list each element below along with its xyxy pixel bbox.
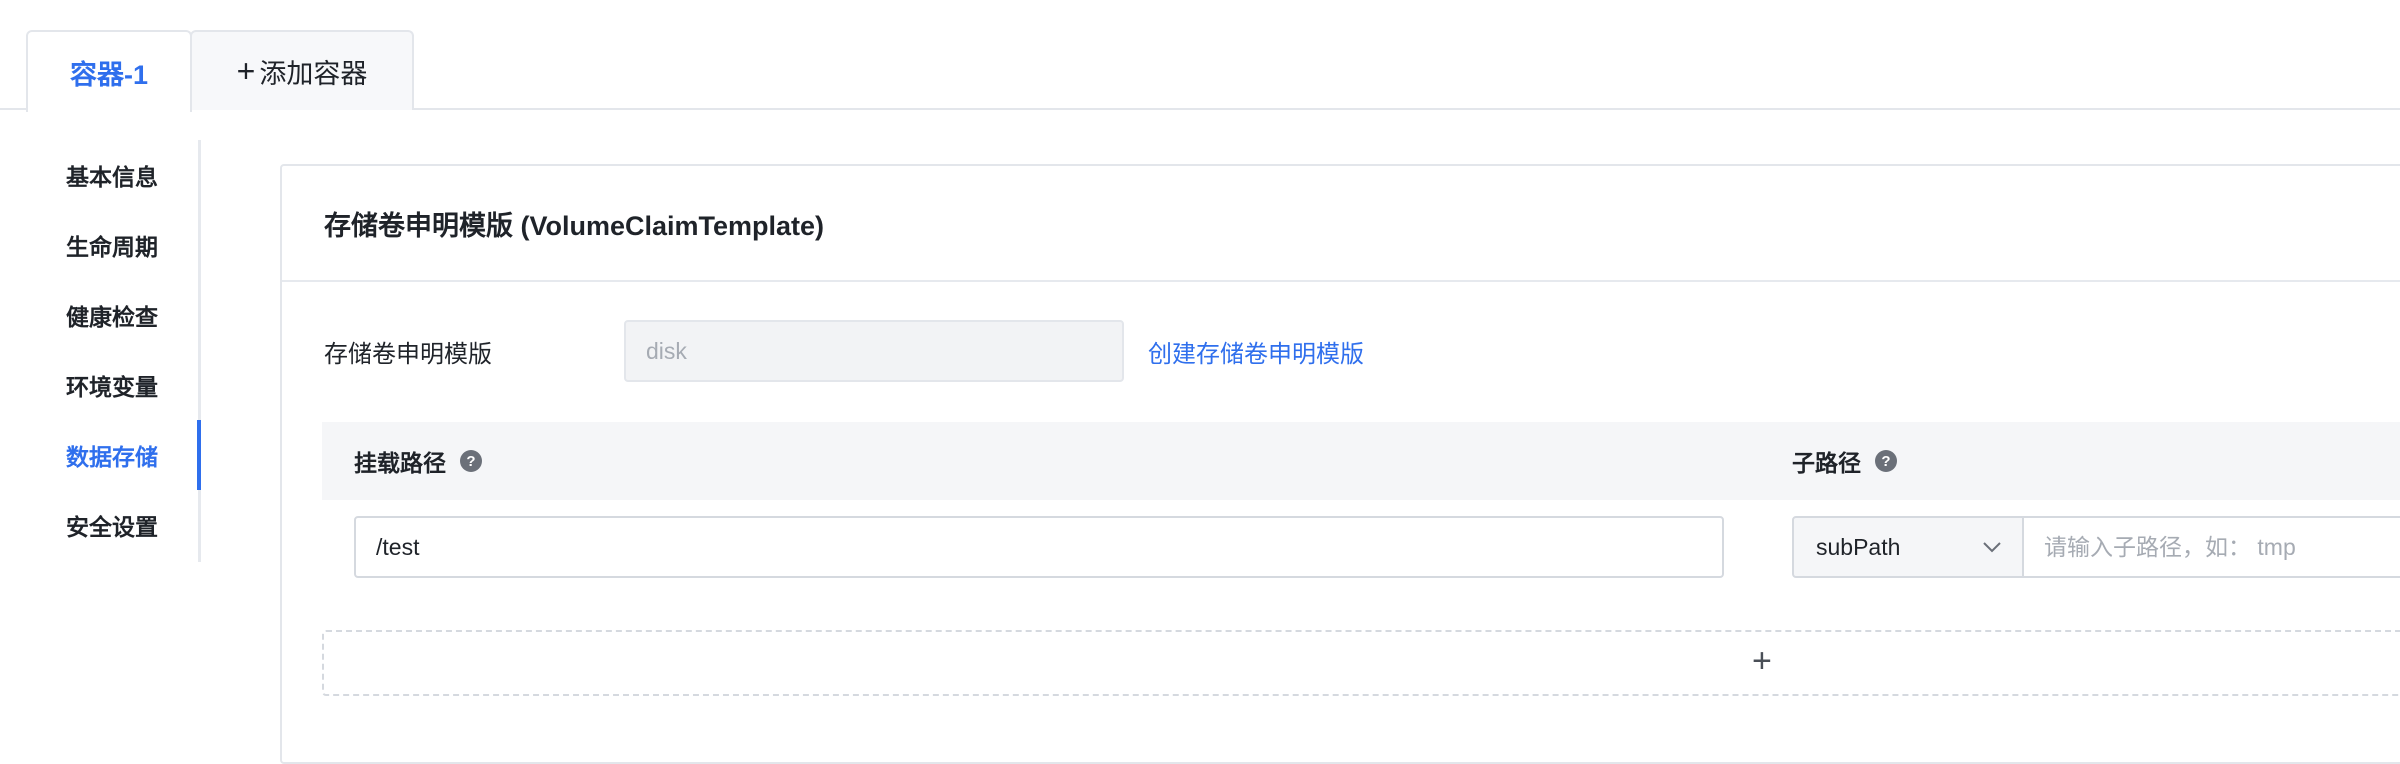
column-sub-path: 子路径 ? [1792,422,1897,500]
template-value: disk [646,337,687,364]
mount-path-input[interactable] [354,516,1724,578]
container-tabs: 容器-1 + 添加容器 [0,0,2400,112]
template-select-disabled: disk [624,320,1124,382]
tab-container-1-label: 容器-1 [69,59,148,90]
column-sub-path-label: 子路径 [1792,450,1861,476]
sidebar-item-label: 环境变量 [66,374,158,400]
sidebar-item-label: 生命周期 [66,234,158,260]
help-icon[interactable]: ? [460,450,482,472]
template-field-label: 存储卷申明模版 [324,341,492,368]
sub-path-input[interactable] [2024,516,2400,578]
sidebar-item-data-storage[interactable]: 数据存储 [66,420,202,490]
active-item-indicator [197,420,201,490]
sidebar-item-security[interactable]: 安全设置 [66,490,202,560]
add-mount-button[interactable]: + [322,630,2400,696]
sidebar-item-label: 基本信息 [66,164,158,190]
tab-container-1[interactable]: 容器-1 [26,30,192,112]
column-mount-path: 挂载路径 ? [354,422,482,500]
mount-table-header: 挂载路径 ? 子路径 ? [322,422,2400,500]
panel-header: 存储卷申明模版 (VolumeClaimTemplate) [282,166,2400,282]
help-icon[interactable]: ? [1875,450,1897,472]
sidebar-item-env-vars[interactable]: 环境变量 [66,350,202,420]
sidebar-item-lifecycle[interactable]: 生命周期 [66,210,202,280]
sidebar-item-label: 安全设置 [66,514,158,540]
sidebar-item-label: 数据存储 [66,444,158,470]
panel-title: 存储卷申明模版 (VolumeClaimTemplate) [324,211,825,241]
sub-path-field: subPath [1792,516,2400,578]
tab-add-container-label: 添加容器 [259,58,368,89]
sidebar-item-label: 健康检查 [66,304,158,330]
plus-icon: + [236,53,256,89]
tab-add-container[interactable]: + 添加容器 [190,30,414,110]
sub-path-type-select[interactable]: subPath [1792,516,2024,578]
sub-path-type-value: subPath [1816,533,1901,560]
create-template-link[interactable]: 创建存储卷申明模版 [1148,334,1364,369]
sidebar-item-health-check[interactable]: 健康检查 [66,280,202,350]
column-mount-path-label: 挂载路径 [354,450,446,476]
volume-claim-template-panel: 存储卷申明模版 (VolumeClaimTemplate) 存储卷申明模版 di… [280,164,2400,764]
sidebar-item-basic-info[interactable]: 基本信息 [66,140,202,210]
plus-icon: + [1752,642,1772,680]
container-side-nav: 基本信息 生命周期 健康检查 环境变量 数据存储 安全设置 [0,140,202,562]
chevron-down-icon [1982,537,2002,557]
